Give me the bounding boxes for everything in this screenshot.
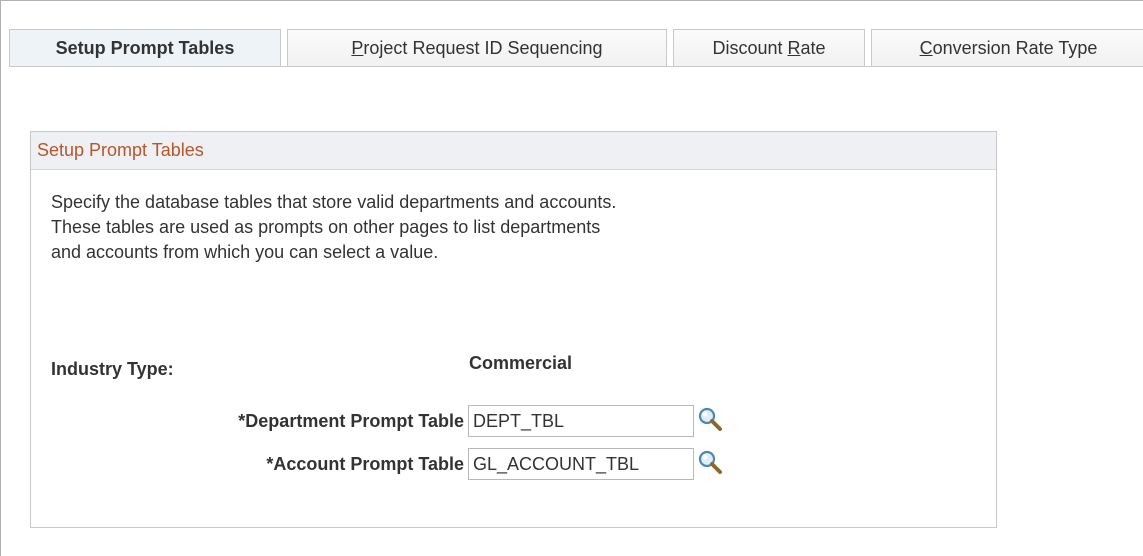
department-lookup-magnifier-icon[interactable] bbox=[697, 406, 723, 432]
account-prompt-table-input[interactable]: GL_ACCOUNT_TBL bbox=[468, 448, 694, 480]
tab-label: Discount Rate bbox=[712, 38, 826, 58]
tab-label: Project Request ID Sequencing bbox=[351, 38, 603, 58]
department-prompt-table-label: *Department Prompt Table bbox=[238, 411, 464, 431]
description-line: Specify the database tables that store v… bbox=[51, 192, 617, 212]
tab-conversion-rate-type[interactable]: Conversion Rate Type bbox=[871, 29, 1143, 67]
industry-type-value: Commercial bbox=[469, 353, 573, 373]
description-line: and accounts from which you can select a… bbox=[51, 242, 439, 262]
tab-label: Setup Prompt Tables bbox=[55, 38, 235, 58]
group-title: Setup Prompt Tables bbox=[31, 132, 996, 170]
group-description: Specify the database tables that store v… bbox=[51, 190, 831, 265]
setup-prompt-tables-group: Setup Prompt Tables Specify the database… bbox=[30, 131, 997, 528]
tab-project-request-id-sequencing[interactable]: Project Request ID Sequencing bbox=[287, 29, 667, 67]
tab-label: Conversion Rate Type bbox=[919, 38, 1098, 58]
tab-bar: Setup Prompt Tables Project Request ID S… bbox=[9, 29, 1143, 67]
account-lookup-magnifier-icon[interactable] bbox=[697, 449, 723, 475]
account-prompt-table-label: *Account Prompt Table bbox=[266, 454, 464, 474]
tab-discount-rate[interactable]: Discount Rate bbox=[673, 29, 865, 67]
description-line: These tables are used as prompts on othe… bbox=[51, 217, 601, 237]
tab-divider bbox=[9, 66, 1143, 67]
industry-type-label: Industry Type: bbox=[51, 359, 174, 379]
department-prompt-table-input[interactable]: DEPT_TBL bbox=[468, 405, 694, 437]
tab-setup-prompt-tables[interactable]: Setup Prompt Tables bbox=[9, 29, 281, 67]
